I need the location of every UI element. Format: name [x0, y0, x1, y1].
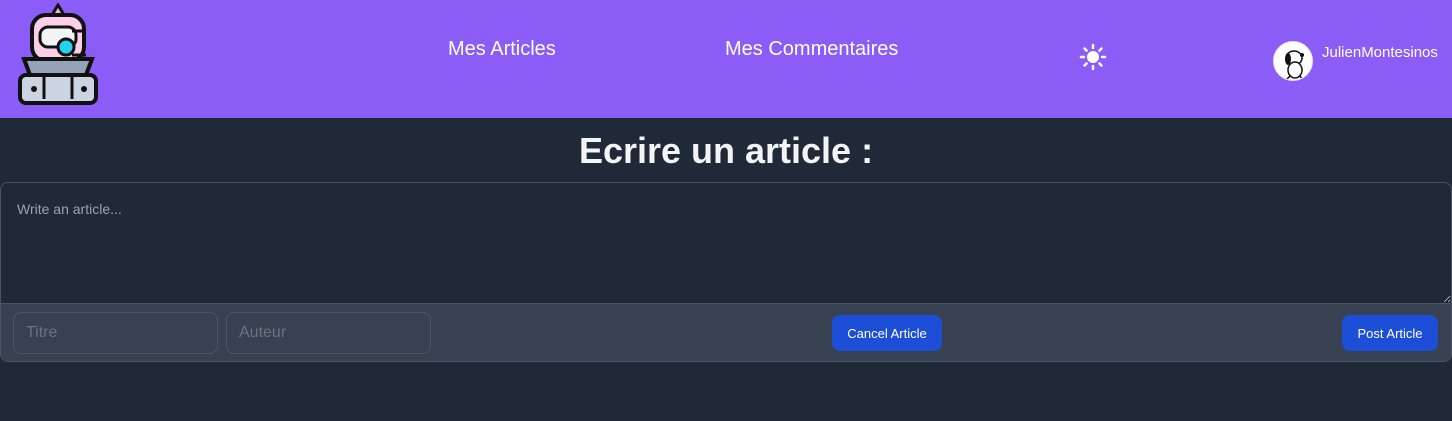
titre-input[interactable] [13, 312, 218, 354]
robot-logo-icon[interactable] [16, 2, 100, 105]
auteur-input[interactable] [226, 312, 431, 354]
nav-link-mes-commentaires[interactable]: Mes Commentaires [725, 38, 898, 61]
form-footer: Cancel Article Post Article [1, 303, 1451, 361]
article-textarea[interactable] [1, 183, 1451, 303]
article-form: Cancel Article Post Article [0, 182, 1452, 362]
post-article-button[interactable]: Post Article [1342, 315, 1438, 351]
snoopy-avatar-icon[interactable] [1273, 41, 1313, 81]
username: JulienMontesinos [1322, 44, 1438, 61]
cancel-article-button[interactable]: Cancel Article [832, 315, 942, 351]
navbar: Mes Articles Mes Commentaires JulienMont… [0, 0, 1452, 118]
page-title: Ecrire un article : [578, 130, 874, 171]
nav-link-mes-articles[interactable]: Mes Articles [448, 38, 556, 61]
sun-icon[interactable] [1079, 43, 1107, 71]
